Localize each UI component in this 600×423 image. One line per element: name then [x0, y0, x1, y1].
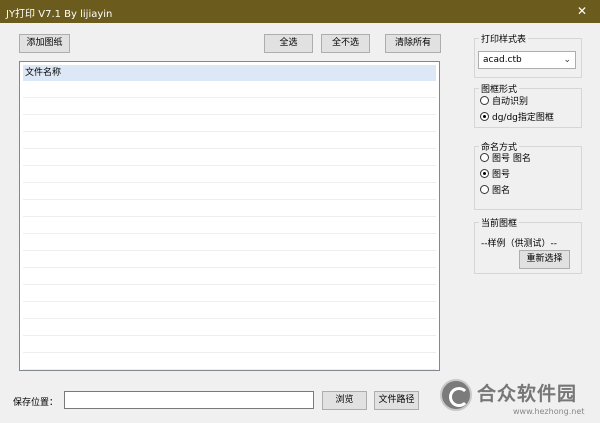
radio-specified-frame[interactable]: dg/dg指定图框: [480, 112, 554, 124]
file-list-rows: [23, 81, 436, 370]
file-list[interactable]: 文件名称: [19, 61, 440, 371]
radio-auto-detect[interactable]: 自动识别: [480, 96, 528, 108]
reselect-button[interactable]: 重新选择: [519, 250, 570, 269]
radio-specified-frame-label: dg/dg指定图框: [492, 113, 554, 123]
window-title: JY打印 V7.1 By lijiayin: [6, 9, 113, 20]
radio-icon: [480, 185, 489, 194]
current-frame-value: --样例（供测试）--: [481, 239, 557, 249]
file-path-button[interactable]: 文件路径: [374, 391, 419, 410]
radio-number-label: 图号: [492, 170, 511, 180]
close-icon[interactable]: ✕: [564, 0, 600, 23]
print-style-legend: 打印样式表: [479, 32, 529, 45]
current-frame-legend: 当前图框: [479, 216, 520, 229]
watermark-logo-icon: [440, 379, 472, 411]
print-style-value: acad.ctb: [483, 55, 522, 65]
clear-all-button[interactable]: 清除所有: [385, 34, 441, 53]
column-header-filename[interactable]: 文件名称: [23, 65, 436, 81]
radio-icon: [480, 153, 489, 162]
chevron-down-icon: ⌄: [563, 55, 571, 65]
print-style-select[interactable]: acad.ctb ⌄: [478, 51, 576, 69]
radio-name-label: 图名: [492, 186, 511, 196]
watermark-url: www.hezhong.net: [513, 407, 585, 416]
save-location-input[interactable]: [64, 391, 314, 409]
frame-form-legend: 图框形式: [479, 82, 520, 95]
title-bar: JY打印 V7.1 By lijiayin ✕: [0, 0, 600, 23]
radio-name[interactable]: 图名: [480, 185, 510, 197]
naming-legend: 命名方式: [479, 140, 520, 153]
browse-button[interactable]: 浏览: [322, 391, 367, 410]
radio-number-name[interactable]: 图号 图名: [480, 153, 531, 165]
watermark: 合众软件园 www.hezhong.net: [440, 376, 600, 423]
radio-number-name-label: 图号 图名: [492, 154, 531, 164]
radio-selected-icon: [480, 112, 489, 121]
radio-icon: [480, 96, 489, 105]
add-drawing-button[interactable]: 添加图纸: [19, 34, 70, 53]
select-none-button[interactable]: 全不选: [321, 34, 370, 53]
save-location-label: 保存位置：: [13, 398, 59, 408]
radio-number[interactable]: 图号: [480, 169, 510, 181]
watermark-name: 合众软件园: [477, 383, 578, 405]
select-all-button[interactable]: 全选: [264, 34, 313, 53]
radio-auto-detect-label: 自动识别: [492, 97, 529, 107]
radio-selected-icon: [480, 169, 489, 178]
